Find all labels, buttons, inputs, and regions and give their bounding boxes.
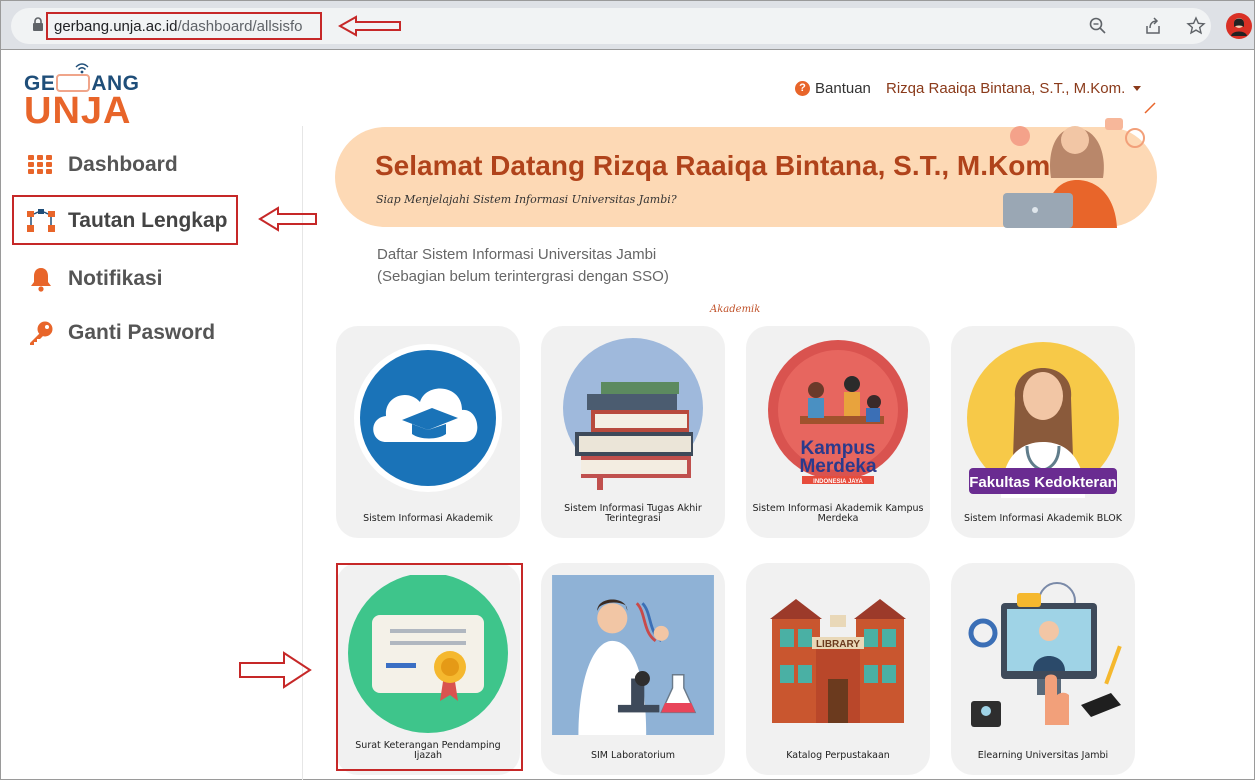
grid-icon bbox=[26, 152, 56, 178]
card-label: Sistem Informasi Akademik bbox=[363, 513, 493, 524]
question-icon: ? bbox=[795, 81, 810, 96]
annotation-arrow-left-icon bbox=[338, 15, 401, 37]
card-elearning-universitas-jambi[interactable]: Elearning Universitas Jambi bbox=[951, 563, 1135, 775]
sidebar-item-dashboard[interactable]: Dashboard bbox=[26, 148, 178, 182]
doctor-illustration-icon: Fakultas Kedokteran bbox=[967, 342, 1119, 498]
help-link[interactable]: ? Bantuan bbox=[795, 80, 871, 97]
merdeka-text: Merdeka bbox=[799, 456, 877, 477]
woman-laptop-illustration-icon bbox=[1003, 102, 1156, 228]
url-field[interactable]: gerbang.unja.ac.id/dashboard/allsisfo bbox=[46, 12, 322, 40]
zoom-icon[interactable] bbox=[1088, 16, 1108, 36]
card-label: SIM Laboratorium bbox=[590, 750, 676, 761]
user-name: Rizqa Raaiqa Bintana, S.T., M.Kom. bbox=[886, 80, 1126, 97]
card-katalog-perpustakaan[interactable]: LIBRARY Katalog Perpustakaan bbox=[746, 563, 930, 775]
library-building-icon: LIBRARY bbox=[770, 599, 906, 723]
url-domain: gerbang.unja.ac.id bbox=[54, 17, 178, 35]
welcome-subtitle: Siap Menjelajahi Sistem Informasi Univer… bbox=[376, 193, 677, 206]
network-icon bbox=[26, 208, 56, 234]
kampus-merdeka-illustration-icon: Kampus Merdeka INDONESIA JAYA bbox=[768, 340, 908, 485]
annotation-box bbox=[336, 563, 523, 771]
card-label: Sistem Informasi Tugas Akhir Terintegras… bbox=[564, 503, 702, 524]
annotation-arrow-right-icon bbox=[239, 651, 312, 689]
sidebar-item-ganti-pasword[interactable]: Ganti Pasword bbox=[26, 316, 215, 350]
indonesia-jaya-text: INDONESIA JAYA bbox=[813, 479, 863, 485]
sidebar-item-label: Tautan Lengkap bbox=[68, 209, 228, 232]
card-sim-laboratorium[interactable]: SIM Laboratorium bbox=[541, 563, 725, 775]
help-label: Bantuan bbox=[815, 80, 871, 97]
library-sign-text: LIBRARY bbox=[816, 639, 860, 650]
card-sistem-informasi-tugas-akhir[interactable]: Sistem Informasi Tugas Akhir Terintegras… bbox=[541, 326, 725, 538]
cloud-graduation-cap-icon bbox=[354, 344, 502, 492]
share-icon[interactable] bbox=[1143, 16, 1163, 36]
card-label: Sistem Informasi Akademik BLOK bbox=[964, 513, 1122, 524]
list-title-line-2: (Sebagian belum terintergrasi dengan SSO… bbox=[377, 268, 669, 285]
gerbang-unja-logo[interactable]: GE ANG UNJA bbox=[24, 62, 154, 132]
caret-down-icon bbox=[1133, 86, 1142, 91]
card-label: Sistem Informasi Akademik Kampus Merdeka bbox=[752, 503, 924, 524]
key-icon bbox=[26, 320, 56, 346]
list-title: Daftar Sistem Informasi Universitas Jamb… bbox=[377, 244, 669, 288]
card-kampus-merdeka[interactable]: Kampus Merdeka INDONESIA JAYA Sistem Inf… bbox=[746, 326, 930, 538]
url-path: /dashboard/allsisfo bbox=[177, 17, 303, 35]
category-label: Akademik bbox=[710, 304, 761, 315]
user-menu-dropdown[interactable]: Rizqa Raaiqa Bintana, S.T., M.Kom. bbox=[886, 80, 1142, 97]
lock-icon bbox=[33, 17, 43, 31]
scientist-microscope-icon bbox=[552, 575, 714, 735]
welcome-title: Selamat Datang Rizqa Raaiqa Bintana, S.T… bbox=[375, 150, 1051, 181]
sidebar-item-label: Dashboard bbox=[68, 153, 178, 176]
logo-unja-text: UNJA bbox=[24, 90, 132, 132]
profile-avatar[interactable] bbox=[1226, 13, 1252, 39]
list-title-line-1: Daftar Sistem Informasi Universitas Jamb… bbox=[377, 246, 657, 263]
sidebar-item-label: Ganti Pasword bbox=[68, 321, 216, 344]
bell-icon bbox=[26, 266, 56, 292]
card-sistem-informasi-akademik[interactable]: Sistem Informasi Akademik bbox=[336, 326, 520, 538]
annotation-arrow-left-icon bbox=[258, 206, 317, 232]
card-label: Katalog Perpustakaan bbox=[786, 750, 890, 761]
sidebar-item-label: Notifikasi bbox=[68, 267, 163, 290]
bookmark-star-icon[interactable] bbox=[1186, 16, 1206, 36]
elearning-illustration-icon bbox=[968, 582, 1122, 727]
user-silhouette-icon bbox=[1231, 18, 1247, 36]
fakultas-kedokteran-text: Fakultas Kedokteran bbox=[969, 474, 1117, 491]
books-stack-icon bbox=[563, 338, 703, 490]
sidebar-item-tautan-lengkap[interactable]: Tautan Lengkap bbox=[26, 204, 227, 238]
sidebar-item-notifikasi[interactable]: Notifikasi bbox=[26, 262, 163, 296]
card-label: Elearning Universitas Jambi bbox=[977, 750, 1109, 761]
card-sistem-informasi-akademik-blok[interactable]: Fakultas Kedokteran Sistem Informasi Aka… bbox=[951, 326, 1135, 538]
